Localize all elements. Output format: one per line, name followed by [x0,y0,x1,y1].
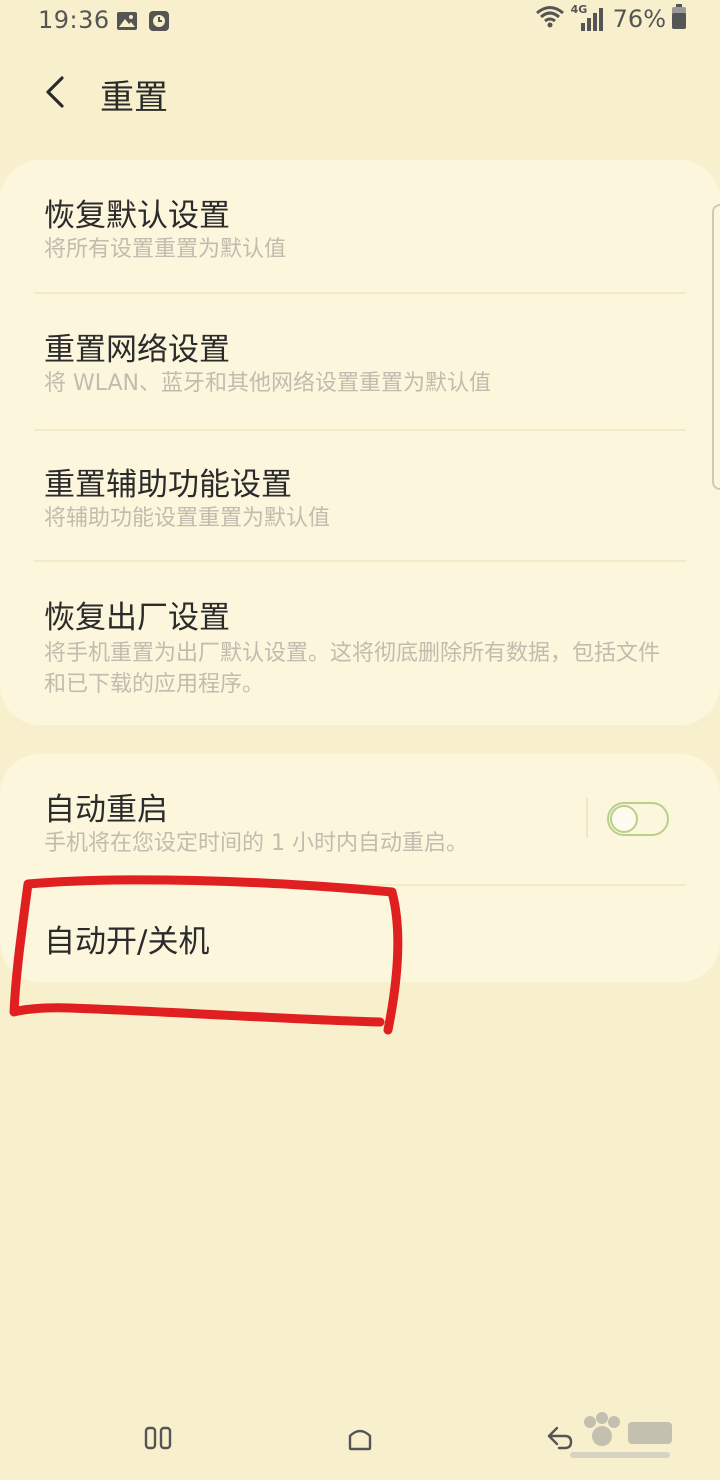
auto-restart-toggle[interactable] [607,802,669,836]
wifi-icon [535,4,565,34]
item-subtitle: 将所有设置重置为默认值 [44,237,287,262]
item-title: 恢复默认设置 [44,198,230,234]
battery-icon [672,4,686,34]
back-button[interactable] [30,68,82,120]
item-title: 重置辅助功能设置 [44,467,292,503]
page-title: 重置 [100,78,168,118]
item-title: 重置网络设置 [44,332,230,368]
item-subtitle: 将 WLAN、蓝牙和其他网络设置重置为默认值 [44,371,492,396]
toggle-separator [586,798,588,838]
item-title: 自动重启 [44,792,168,828]
reset-options-card: 恢复默认设置 将所有设置重置为默认值 重置网络设置 将 WLAN、蓝牙和其他网络… [0,160,720,725]
4g-signal-icon: 4G [571,3,603,33]
header: 重置 [0,60,720,130]
toggle-knob [610,805,638,833]
list-item-restore-defaults[interactable]: 恢复默认设置 将所有设置重置为默认值 [0,160,720,293]
recent-apps-button[interactable] [128,1418,188,1462]
chevron-left-icon [42,75,70,113]
status-time: 19:36 [38,6,110,34]
item-subtitle: 将辅助功能设置重置为默认值 [44,506,331,531]
list-item-factory-reset[interactable]: 恢复出厂设置 将手机重置为出厂默认设置。这将彻底删除所有数据，包括文件和已下载的… [0,562,720,725]
home-button[interactable] [330,1418,390,1462]
scroll-indicator[interactable] [712,204,720,490]
clock-notification-icon [148,10,170,36]
item-title: 恢复出厂设置 [44,600,230,636]
list-item-reset-accessibility[interactable]: 重置辅助功能设置 将辅助功能设置重置为默认值 [0,431,720,561]
battery-percent: 76% [612,5,666,33]
item-title: 自动开/关机 [44,924,210,960]
home-icon [346,1424,374,1456]
status-left-icons [116,10,170,36]
list-item-reset-network[interactable]: 重置网络设置 将 WLAN、蓝牙和其他网络设置重置为默认值 [0,294,720,429]
watermark-logo [570,1412,672,1458]
list-item-auto-power-on-off[interactable]: 自动开/关机 [0,886,720,982]
auto-restart-card: 自动重启 手机将在您设定时间的 1 小时内自动重启。 自动开/关机 [0,754,720,982]
list-item-auto-restart[interactable]: 自动重启 手机将在您设定时间的 1 小时内自动重启。 [0,754,720,884]
item-subtitle: 手机将在您设定时间的 1 小时内自动重启。 [44,831,468,856]
item-subtitle: 将手机重置为出厂默认设置。这将彻底删除所有数据，包括文件和已下载的应用程序。 [44,641,661,697]
status-bar: 19:36 4G 76% [0,0,720,44]
status-right-icons: 4G 76% [535,3,686,34]
image-icon [116,10,138,36]
recent-apps-icon [144,1426,172,1454]
